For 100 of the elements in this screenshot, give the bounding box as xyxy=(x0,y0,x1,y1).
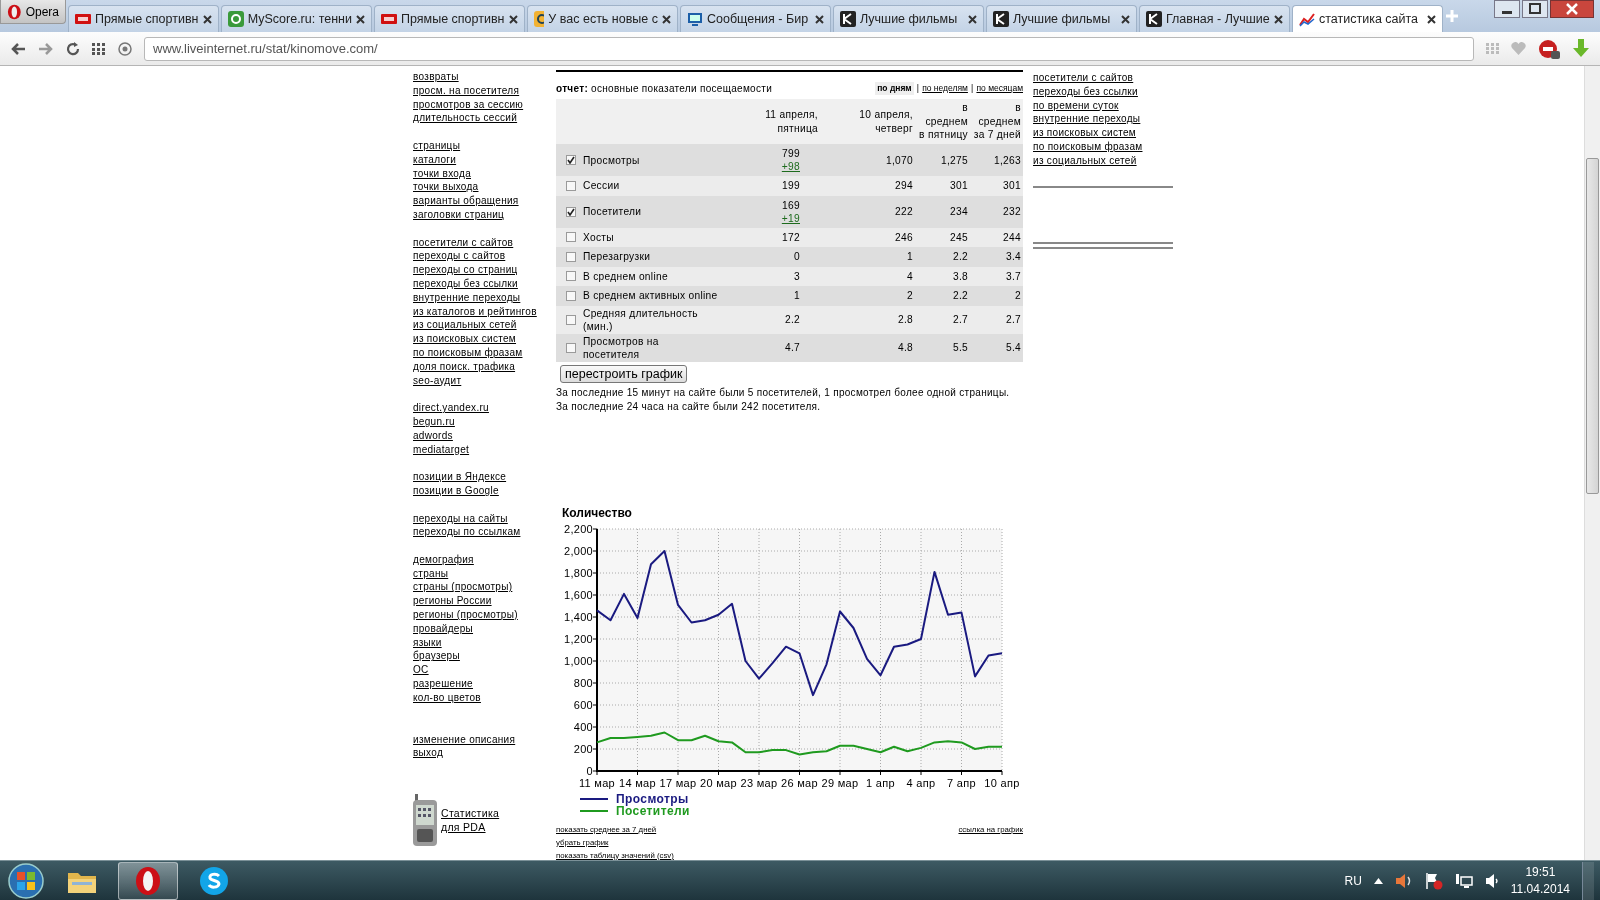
back-icon[interactable] xyxy=(10,41,26,56)
flag-icon[interactable] xyxy=(1424,871,1443,890)
sidebar-link[interactable]: просмотров за сессию xyxy=(413,97,556,112)
close-icon[interactable] xyxy=(1121,14,1130,24)
sidebar-link[interactable]: переходы с сайтов xyxy=(413,249,556,264)
show-desktop-button[interactable] xyxy=(1582,861,1594,900)
forward-icon[interactable] xyxy=(38,41,54,56)
sidebar-link[interactable]: seo-аудит xyxy=(413,373,556,388)
checkbox[interactable] xyxy=(566,290,576,301)
sidebar-link[interactable]: браузеры xyxy=(413,649,556,664)
sidebar-link[interactable]: позиции в Google xyxy=(413,483,556,498)
browser-tab[interactable]: У вас есть новые с xyxy=(527,5,678,32)
period-link[interactable]: по дням xyxy=(875,82,914,95)
sidebar-link[interactable]: переходы без ссылки xyxy=(413,276,556,291)
change-link[interactable]: +19 xyxy=(781,212,800,224)
taskbar-app-button[interactable] xyxy=(118,861,178,900)
grid-icon[interactable] xyxy=(92,42,106,55)
menu-button[interactable]: Opera xyxy=(0,0,66,24)
sidebar-link[interactable]: из поисковых систем xyxy=(1033,126,1173,140)
sidebar-link[interactable]: внутренние переходы xyxy=(1033,112,1173,127)
start-button[interactable] xyxy=(6,861,46,900)
close-icon[interactable] xyxy=(1427,14,1436,24)
checkbox[interactable] xyxy=(566,314,576,325)
browser-tab[interactable]: MyScore.ru: тенни xyxy=(221,5,372,32)
sidebar-link[interactable]: из поисковых систем xyxy=(413,332,556,346)
browser-tab[interactable]: Сообщения - Бир xyxy=(680,5,831,32)
browser-tab[interactable]: Прямые спортивн xyxy=(374,5,525,32)
sidebar-link[interactable]: переходы на сайты xyxy=(413,511,556,526)
checkbox[interactable] xyxy=(566,251,576,262)
scrollbar[interactable] xyxy=(1584,66,1600,860)
browser-tab[interactable]: Лучшие фильмы xyxy=(833,5,984,32)
close-icon[interactable] xyxy=(203,14,212,24)
sidebar-link[interactable]: страны (просмотры) xyxy=(413,580,556,595)
sidebar-link[interactable]: посетители с сайтов xyxy=(1033,71,1173,85)
rebuild-chart-button[interactable]: перестроить график xyxy=(560,364,688,383)
sidebar-link[interactable]: доля поиск. трафика xyxy=(413,359,556,374)
close-icon[interactable] xyxy=(815,14,824,24)
close-icon[interactable] xyxy=(1274,14,1283,24)
sidebar-link[interactable]: языки xyxy=(413,635,556,650)
adblock-icon[interactable] xyxy=(1538,38,1560,59)
address-field[interactable]: www.liveinternet.ru/stat/kinomove.com/ xyxy=(144,36,1474,61)
period-link[interactable]: по месяцам xyxy=(976,82,1023,95)
sidebar-link[interactable]: возвраты xyxy=(413,70,556,84)
sidebar-link[interactable]: переходы без ссылки xyxy=(1033,84,1173,99)
sidebar-link[interactable]: по времени суток xyxy=(1033,98,1173,113)
sidebar-link[interactable]: begun.ru xyxy=(413,414,556,429)
sidebar-link[interactable]: переходы со страниц xyxy=(413,263,556,277)
checkbox[interactable] xyxy=(566,271,576,282)
close-icon[interactable] xyxy=(356,14,365,24)
browser-tab[interactable]: Лучшие фильмы xyxy=(986,5,1137,32)
sidebar-link[interactable]: позиции в Яндексе xyxy=(413,470,556,484)
sidebar-link[interactable]: direct.yandex.ru xyxy=(413,401,556,415)
checkbox[interactable] xyxy=(566,206,576,217)
checkbox[interactable] xyxy=(566,342,576,353)
sidebar-link[interactable]: из каталогов и рейтингов xyxy=(413,304,556,319)
checkbox[interactable] xyxy=(566,180,576,191)
sidebar-link[interactable]: регионы России xyxy=(413,594,556,609)
sidebar-link[interactable]: выход xyxy=(413,746,556,761)
scrollbar-thumb[interactable] xyxy=(1586,158,1599,494)
close-icon[interactable] xyxy=(1550,0,1594,18)
network-icon[interactable] xyxy=(1454,872,1473,889)
sidebar-link[interactable]: страницы xyxy=(413,139,556,153)
sidebar-link[interactable]: adwords xyxy=(413,428,556,443)
browser-tab[interactable]: Главная - Лучшие xyxy=(1139,5,1290,32)
sidebar-link[interactable]: по поисковым фразам xyxy=(1033,140,1173,154)
sidebar-link[interactable]: точки входа xyxy=(413,166,556,181)
sidebar-link[interactable]: кол-во цветов xyxy=(413,690,556,705)
sidebar-link[interactable]: точки выхода xyxy=(413,180,556,195)
checkbox[interactable] xyxy=(566,155,576,165)
sidebar-link[interactable]: mediatarget xyxy=(413,442,556,457)
period-link[interactable]: по неделям xyxy=(922,82,968,95)
reload-icon[interactable] xyxy=(66,41,80,56)
sidebar-link[interactable]: ОС xyxy=(413,663,556,678)
checkbox[interactable] xyxy=(566,232,576,243)
volume-icon[interactable] xyxy=(1484,872,1499,889)
speaker-icon[interactable] xyxy=(1394,872,1413,889)
sidebar-link[interactable]: из социальных сетей xyxy=(1033,153,1173,168)
sidebar-link[interactable]: варианты обращения xyxy=(413,194,556,208)
close-icon[interactable] xyxy=(662,14,671,24)
browser-tab[interactable]: Прямые спортивн xyxy=(68,5,219,32)
language-indicator[interactable]: RU xyxy=(1344,871,1362,890)
pda-link[interactable]: Статистика для PDA xyxy=(441,806,503,835)
sidebar-link[interactable]: по поисковым фразам xyxy=(413,345,556,360)
sidebar-link[interactable]: длительность сессий xyxy=(413,111,556,126)
sidebar-link[interactable]: просм. на посетителя xyxy=(413,83,556,98)
sidebar-link[interactable]: посетители с сайтов xyxy=(413,235,556,250)
sidebar-link[interactable]: изменение описания xyxy=(413,732,556,747)
close-icon[interactable] xyxy=(509,14,518,24)
change-link[interactable]: +98 xyxy=(781,161,800,172)
sidebar-link[interactable]: регионы (просмотры) xyxy=(413,608,556,622)
sidebar-link[interactable]: каталоги xyxy=(413,152,556,167)
sidebar-link[interactable]: переходы по ссылкам xyxy=(413,525,556,540)
sidebar-link[interactable]: внутренние переходы xyxy=(413,290,556,305)
show-hidden-icons-icon[interactable] xyxy=(1373,877,1383,884)
sidebar-link[interactable]: разрешение xyxy=(413,677,556,691)
sidebar-link[interactable]: заголовки страниц xyxy=(413,207,556,222)
minimize-icon[interactable] xyxy=(1494,0,1520,18)
sidebar-link[interactable]: провайдеры xyxy=(413,621,556,636)
close-icon[interactable] xyxy=(968,14,977,24)
sidebar-link[interactable]: из социальных сетей xyxy=(413,318,556,333)
